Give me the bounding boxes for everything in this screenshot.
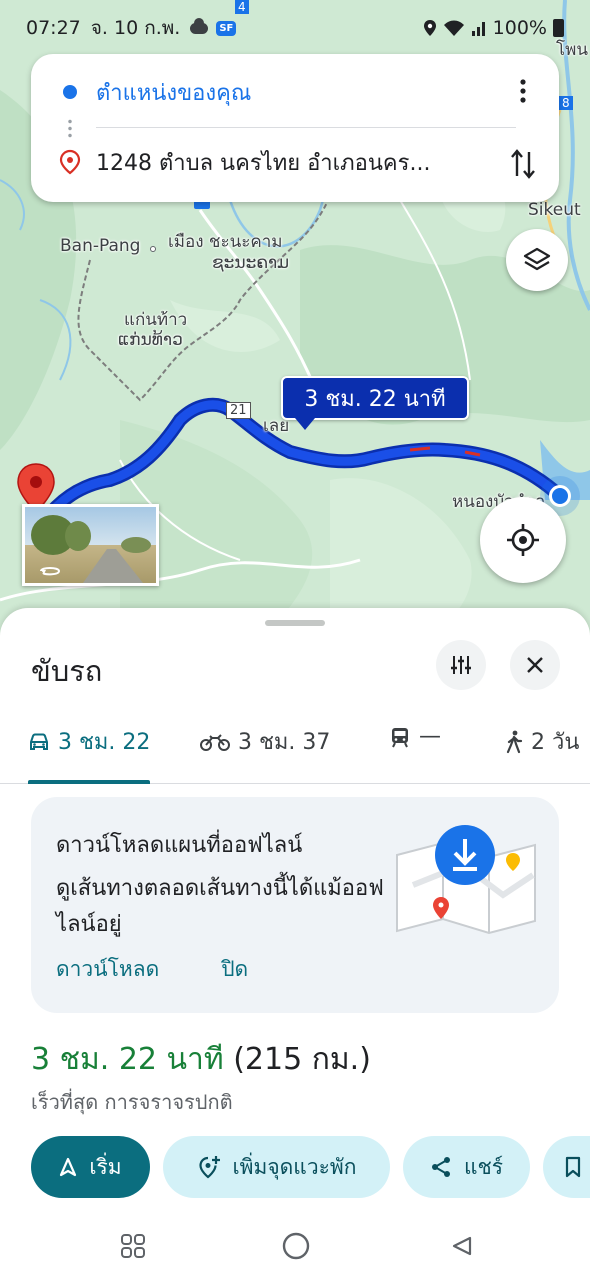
recent-apps-icon (121, 1234, 145, 1258)
close-icon (527, 657, 543, 673)
tab-walk[interactable]: 2 วัน (505, 724, 579, 759)
destination-pin-outline-icon (59, 149, 81, 175)
street-view-thumbnail[interactable] (22, 504, 159, 586)
add-location-icon (198, 1156, 220, 1179)
map-label-sikeut: Sikeut (528, 200, 581, 220)
route-duration-badge[interactable]: 3 ชม. 22 นาที (281, 376, 469, 430)
car-icon (30, 733, 48, 750)
offline-card-title: ดาวน์โหลดแผนที่ออฟไลน์ (56, 833, 303, 858)
navigation-arrow-icon (60, 1157, 77, 1177)
offline-maps-card: ดาวน์โหลดแผนที่ออฟไลน์ ดูเส้นทางตลอดเส้น… (31, 797, 559, 1013)
back-icon (452, 1236, 472, 1256)
route-duration: 3 ชม. 22 นาที (31, 1042, 224, 1077)
current-location-dot (549, 485, 571, 507)
status-time: 07:27 (26, 17, 81, 39)
tab-motorcycle-label: 3 ชม. 37 (238, 730, 331, 755)
layers-icon (523, 247, 551, 271)
route-subtitle: เร็วที่สุด การจราจรปกติ (31, 1090, 233, 1114)
tab-walk-label: 2 วัน (531, 730, 580, 755)
sheet-title: ขับรถ (31, 654, 103, 688)
system-navigation-bar (0, 1212, 590, 1280)
transit-icon (392, 727, 408, 747)
map-label-mueang-lao: ຊະນະຄາມ (212, 253, 290, 273)
destination-text: 1248 ตำบล นครไทย อำเภอนคร... (96, 150, 431, 176)
route-summary: 3 ชม. 22 นาที (215 กม.) (31, 1036, 371, 1083)
download-link[interactable]: ดาวน์โหลด (56, 953, 159, 986)
route-distance: (215 กม.) (233, 1042, 371, 1077)
map-view[interactable]: 21 4 8 Ban-Pang เมือง ชะนะคาม ຊະນະຄາມ แก… (0, 0, 590, 640)
tune-icon (451, 656, 471, 674)
add-stop-label: เพิ่มจุดแวะพัก (232, 1154, 357, 1179)
add-stop-button[interactable]: เพิ่มจุดแวะพัก (163, 1136, 390, 1198)
destination-row[interactable]: 1248 ตำบล นครไทย อำเภอนคร... (31, 132, 559, 192)
share-icon (431, 1157, 450, 1177)
status-bar: 07:27 จ. 10 ก.พ. SF 100% (0, 0, 590, 56)
origin-row[interactable]: ตำแหน่งของคุณ (31, 62, 559, 122)
travel-mode-tabs: 3 ชม. 22 3 ชม. 37 — 2 วัน (0, 708, 590, 784)
origin-dot-icon (63, 85, 77, 99)
sheet-drag-handle[interactable] (265, 620, 325, 626)
share-label: แชร์ (463, 1154, 504, 1179)
street-view-rotate-icon (40, 567, 61, 576)
origin-text: ตำแหน่งของคุณ (96, 80, 252, 106)
app-notification-icon: SF (216, 20, 237, 36)
map-label-mueang: เมือง ชะนะคาม (168, 232, 283, 252)
home-icon (282, 1232, 310, 1260)
more-options-icon[interactable] (513, 76, 533, 106)
dismiss-link[interactable]: ปิด (221, 953, 248, 986)
battery-icon (553, 19, 564, 37)
tab-drive-label: 3 ชม. 22 (58, 730, 151, 755)
close-button[interactable] (510, 640, 560, 690)
tab-transit[interactable]: — (389, 724, 441, 749)
crosshair-icon (507, 524, 539, 556)
map-label-kaen: แก่นท้าว (124, 310, 188, 330)
walk-icon (506, 730, 523, 753)
signal-icon (471, 22, 485, 36)
home-button[interactable] (280, 1230, 312, 1262)
place-dot (150, 246, 156, 252)
map-label-kaen-lao: ແກ່ນທ້າວ (118, 330, 183, 350)
status-date: จ. 10 ก.พ. (90, 17, 181, 39)
road-shield-8: 8 (559, 96, 573, 110)
action-chips: เริ่ม เพิ่มจุดแวะพัก แชร์ (31, 1136, 590, 1198)
offline-card-description: ดูเส้นทางตลอดเส้นทางนี้ได้แม้ออฟไลน์อยู่ (56, 876, 384, 937)
start-button[interactable]: เริ่ม (31, 1136, 150, 1198)
location-icon (423, 20, 436, 36)
battery-percent: 100% (492, 17, 547, 39)
tab-drive[interactable]: 3 ชม. 22 (28, 724, 150, 759)
divider (96, 127, 516, 128)
weather-icon (190, 17, 209, 34)
directions-bottom-sheet: ขับรถ 3 ชม. 22 3 ชม. 37 — 2 วัน ดาวน์โหล… (0, 608, 590, 1280)
tab-motorcycle[interactable]: 3 ชม. 37 (200, 724, 330, 759)
save-button[interactable] (543, 1136, 590, 1198)
layers-button[interactable] (506, 229, 568, 291)
wifi-icon (443, 20, 464, 36)
tab-transit-label: — (419, 724, 441, 749)
road-shield-21: 21 (226, 402, 251, 419)
start-button-label: เริ่ม (89, 1154, 122, 1179)
map-label-ban-pang: Ban-Pang (60, 236, 141, 256)
motorcycle-icon (200, 733, 230, 751)
active-tab-indicator (28, 780, 150, 784)
offline-map-illustration-icon (396, 825, 536, 935)
bookmark-icon (565, 1156, 581, 1178)
my-location-button[interactable] (480, 497, 566, 583)
back-button[interactable] (446, 1230, 478, 1262)
swap-icon[interactable] (509, 146, 537, 182)
share-button[interactable]: แชร์ (403, 1136, 530, 1198)
route-options-button[interactable] (436, 640, 486, 690)
recent-apps-button[interactable] (117, 1230, 149, 1262)
directions-card: ตำแหน่งของคุณ 1248 ตำบล นครไทย อำเภอนคร.… (31, 54, 559, 202)
